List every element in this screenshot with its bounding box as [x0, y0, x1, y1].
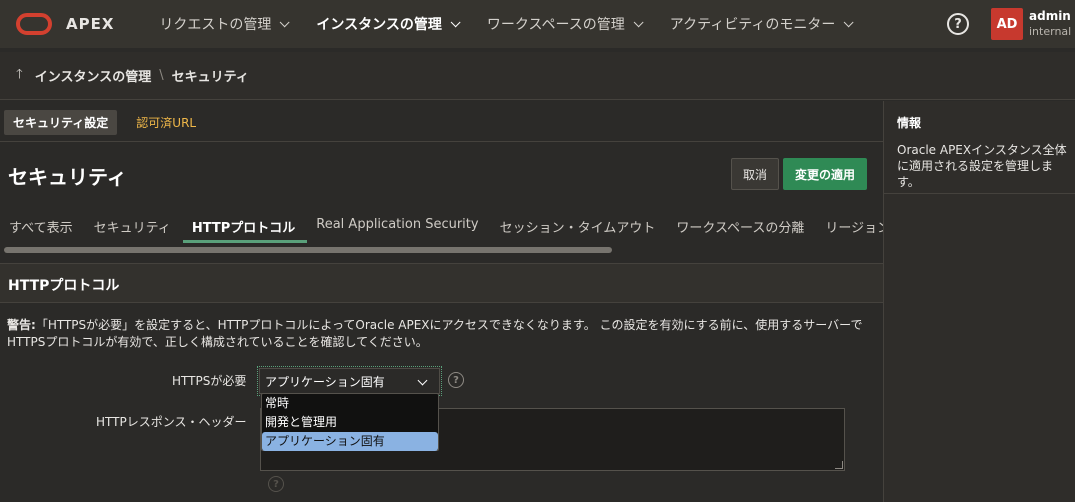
tab-real-application-security[interactable]: Real Application Security — [307, 209, 490, 243]
info-title: 情報 — [897, 116, 922, 130]
select-value: アプリケーション固有 — [265, 374, 385, 389]
warning-text: 「HTTPSが必要」を設定すると、HTTPプロトコルによってOracle APE… — [7, 318, 863, 349]
apex-logo[interactable]: APEX — [16, 13, 114, 35]
section-tabs: すべて表示 セキュリティ HTTPプロトコル Real Application … — [0, 209, 883, 243]
breadcrumb: 🡑 インスタンスの管理 \ セキュリティ — [0, 52, 1075, 100]
main-content: セキュリティ設定 認可済URL セキュリティ 取消 変更の適用 すべて表示 セキ… — [0, 101, 883, 502]
breadcrumb-separator: \ — [159, 68, 164, 83]
app-name: APEX — [66, 15, 115, 33]
tab-show-all[interactable]: すべて表示 — [0, 209, 85, 243]
section-title: HTTPプロトコル — [8, 278, 120, 294]
nav-item-label: インスタンスの管理 — [316, 17, 442, 33]
divider — [0, 141, 883, 142]
scrollbar-thumb[interactable] — [4, 247, 612, 253]
chevron-down-icon — [280, 16, 290, 27]
chevron-down-icon — [450, 16, 461, 27]
oracle-logo-icon — [16, 13, 52, 35]
nav-item-instance[interactable]: インスタンスの管理 — [301, 0, 471, 48]
dropdown-option[interactable]: 常時 — [262, 394, 438, 413]
avatar[interactable]: AD — [991, 8, 1023, 40]
tab-http-protocol[interactable]: HTTPプロトコル — [182, 209, 308, 243]
nav-item-label: アクティビティのモニター — [669, 17, 836, 33]
subtab-authorized-urls[interactable]: 認可済URL — [127, 110, 205, 135]
nav-item-monitor[interactable]: アクティビティのモニター — [655, 0, 866, 48]
section-header: HTTPプロトコル — [0, 263, 883, 303]
tab-session-timeout[interactable]: セッション・タイムアウト — [491, 209, 668, 243]
user-menu[interactable]: admin internal — [1029, 9, 1071, 39]
nav-item-requests[interactable]: リクエストの管理 — [144, 0, 301, 48]
http-response-header-label: HTTPレスポンス・ヘッダー — [96, 415, 247, 429]
tab-security[interactable]: セキュリティ — [85, 209, 183, 243]
tab-region-web[interactable]: リージョンおよびWeb — [816, 209, 883, 243]
warning-message: 警告:「HTTPSが必要」を設定すると、HTTPプロトコルによってOracle … — [7, 317, 867, 351]
top-nav: APEX リクエストの管理 インスタンスの管理 ワークスペースの管理 アクティビ… — [0, 0, 1075, 48]
tabs-scrollbar[interactable] — [0, 247, 883, 253]
help-icon[interactable]: ? — [448, 372, 464, 388]
nav-menu: リクエストの管理 インスタンスの管理 ワークスペースの管理 アクティビティのモニ… — [144, 0, 865, 48]
https-required-select[interactable]: アプリケーション固有 — [257, 366, 442, 396]
page-title: セキュリティ — [8, 165, 127, 189]
chevron-down-icon — [844, 16, 854, 27]
breadcrumb-current: セキュリティ — [171, 70, 249, 85]
dropdown-option-selected[interactable]: アプリケーション固有 — [262, 432, 438, 451]
breadcrumb-parent[interactable]: インスタンスの管理 — [35, 66, 151, 85]
https-options-dropdown: 常時 開発と管理用 アプリケーション固有 — [261, 393, 439, 451]
nav-item-label: リクエストの管理 — [159, 17, 272, 33]
nav-item-workspaces[interactable]: ワークスペースの管理 — [472, 0, 655, 48]
user-name: admin — [1029, 9, 1071, 23]
tab-workspace-isolation[interactable]: ワークスペースの分離 — [667, 209, 816, 243]
info-panel: 情報 Oracle APEXインスタンス全体に適用される設定を管理します。 — [883, 101, 1075, 502]
resize-handle-icon[interactable] — [835, 461, 843, 469]
info-body: Oracle APEXインスタンス全体に適用される設定を管理します。 — [897, 143, 1067, 189]
chevron-down-icon — [633, 16, 644, 27]
arrow-up-icon[interactable]: 🡑 — [16, 65, 23, 87]
cancel-button[interactable]: 取消 — [731, 158, 779, 190]
help-icon[interactable]: ? — [268, 476, 284, 492]
https-required-label: HTTPSが必要 — [172, 374, 247, 388]
user-role: internal — [1029, 25, 1072, 38]
apply-changes-button[interactable]: 変更の適用 — [783, 158, 867, 190]
nav-item-label: ワークスペースの管理 — [486, 17, 625, 33]
sub-tabs: セキュリティ設定 認可済URL — [4, 110, 215, 135]
chevron-down-icon — [417, 375, 428, 386]
subtab-security-settings[interactable]: セキュリティ設定 — [4, 110, 118, 135]
divider — [884, 193, 1075, 194]
help-icon[interactable]: ? — [947, 13, 969, 35]
warning-label: 警告: — [7, 318, 36, 332]
dropdown-option[interactable]: 開発と管理用 — [262, 413, 438, 432]
